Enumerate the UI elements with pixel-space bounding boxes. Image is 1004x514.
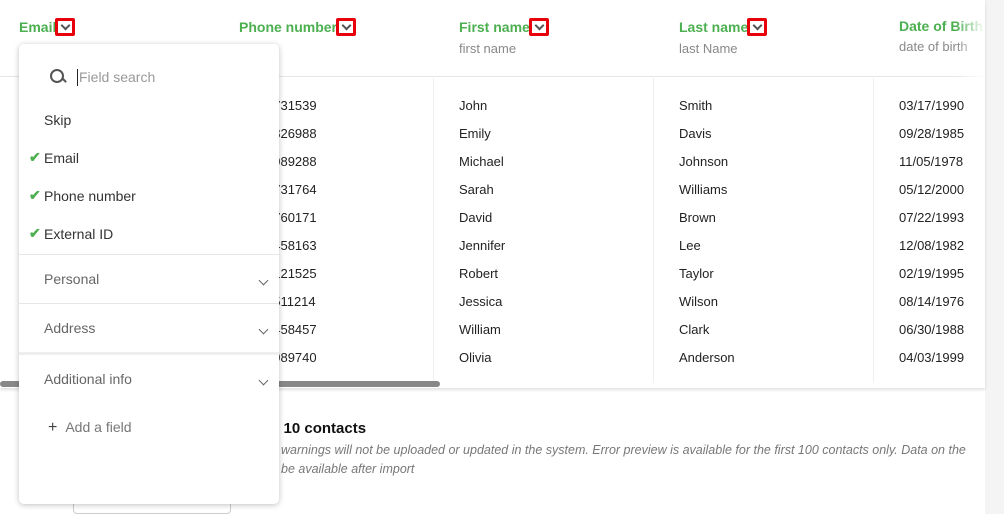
menu-item-external-id[interactable]: ✔ External ID — [29, 225, 114, 242]
cell-dob: 04/03/1999 — [899, 350, 965, 365]
chevron-down-icon — [258, 324, 269, 335]
chevron-down-icon — [258, 375, 269, 386]
cell-first: Olivia — [459, 350, 492, 365]
cell-first: Emily — [459, 126, 491, 141]
cell-last: Williams — [679, 182, 728, 197]
item-label: Skip — [44, 112, 72, 128]
cell-last: Taylor — [679, 266, 714, 281]
field-search-input[interactable]: Field search — [49, 68, 155, 86]
group-label: Address — [44, 320, 96, 336]
column-email: Email — [19, 18, 239, 41]
group-personal[interactable]: Personal — [19, 254, 279, 303]
column-divider — [653, 78, 654, 383]
plus-icon: + — [48, 419, 58, 436]
cell-last: Anderson — [679, 350, 735, 365]
check-icon: ✔ — [29, 149, 41, 165]
cell-dob: 12/08/1982 — [899, 238, 965, 253]
cell-dob: 07/22/1993 — [899, 210, 965, 225]
cell-first: Michael — [459, 154, 504, 169]
cell-dob: 09/28/1985 — [899, 126, 965, 141]
group-additional-info[interactable]: Additional info — [19, 352, 279, 401]
column-title: Phone number — [239, 19, 338, 35]
summary-title: in 10 contacts — [266, 420, 367, 437]
cell-last: Smith — [679, 98, 713, 113]
chevron-down-icon[interactable] — [336, 18, 357, 36]
cell-first: William — [459, 322, 501, 337]
column-divider — [873, 78, 874, 383]
cell-dob: 03/17/1990 — [899, 98, 965, 113]
item-label: External ID — [44, 226, 114, 242]
item-label: Email — [44, 150, 80, 166]
column-title: Last name — [679, 19, 749, 35]
group-label: Personal — [44, 271, 100, 287]
cell-last: Lee — [679, 238, 701, 253]
search-placeholder: Field search — [79, 69, 156, 85]
group-address[interactable]: Address — [19, 303, 279, 352]
cell-last: Johnson — [679, 154, 729, 169]
column-subtitle: first name — [459, 41, 517, 56]
header-fade — [955, 0, 985, 77]
cell-dob: 05/12/2000 — [899, 182, 965, 197]
column-last-name: Last name last Name — [679, 18, 899, 56]
cell-dob: 11/05/1978 — [899, 154, 964, 169]
column-title: First name — [459, 19, 530, 35]
cell-first: David — [459, 210, 493, 225]
cell-last: Brown — [679, 210, 716, 225]
page-scroll-area — [985, 0, 1004, 514]
cell-first: Sarah — [459, 182, 494, 197]
cell-dob: 06/30/1988 — [899, 322, 965, 337]
item-label: Phone number — [44, 188, 136, 204]
add-field-button[interactable]: + Add a field — [48, 419, 132, 437]
field-dropdown-menu: Field search Skip ✔ Email ✔ Phone number ✔… — [19, 44, 279, 504]
menu-item-skip[interactable]: Skip — [44, 112, 71, 128]
cell-last: Wilson — [679, 294, 719, 309]
chevron-down-icon[interactable] — [747, 18, 768, 36]
check-icon: ✔ — [29, 225, 41, 241]
column-first-name: First name first name — [459, 18, 679, 56]
chevron-down-icon[interactable] — [55, 18, 76, 36]
cell-dob: 08/14/1976 — [899, 294, 965, 309]
chevron-down-icon[interactable] — [528, 18, 549, 36]
chevron-down-icon — [258, 275, 269, 286]
cell-last: Clark — [679, 322, 710, 337]
menu-item-phone-number[interactable]: ✔ Phone number — [29, 187, 136, 204]
cell-first: Jessica — [459, 294, 503, 309]
column-subtitle: last Name — [679, 41, 738, 56]
summary-description: warnings will not be uploaded or updated… — [281, 443, 966, 476]
cell-dob: 02/19/1995 — [899, 266, 965, 281]
cell-first: John — [459, 98, 488, 113]
column-divider — [433, 78, 434, 383]
search-icon — [49, 68, 67, 86]
group-label: Additional info — [44, 371, 132, 387]
column-phone: Phone number — [239, 18, 459, 41]
cell-first: Jennifer — [459, 238, 506, 253]
cell-first: Robert — [459, 266, 499, 281]
cell-last: Davis — [679, 126, 712, 141]
check-icon: ✔ — [29, 187, 41, 203]
menu-item-email[interactable]: ✔ Email — [29, 149, 80, 166]
column-title: Email — [19, 19, 57, 35]
add-field-label: Add a field — [65, 419, 132, 435]
